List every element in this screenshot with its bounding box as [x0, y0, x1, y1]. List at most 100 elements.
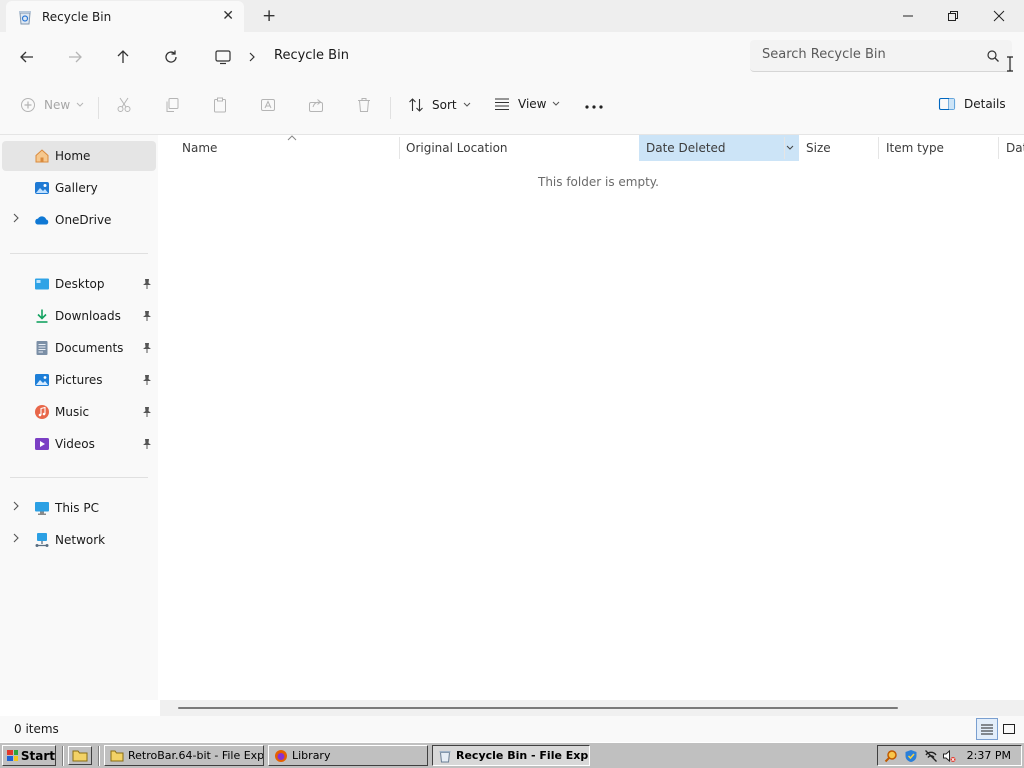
new-tab-button[interactable]: +: [262, 6, 276, 26]
search-input[interactable]: [762, 47, 982, 62]
close-window-button[interactable]: [989, 6, 1009, 26]
close-tab-icon[interactable]: ✕: [222, 8, 234, 24]
taskbar-task-recycle-bin[interactable]: Recycle Bin - File Exp...: [432, 745, 590, 766]
search-box[interactable]: [750, 40, 1012, 72]
view-button[interactable]: View: [494, 97, 560, 111]
chevron-right-icon[interactable]: [12, 501, 20, 511]
delete-button[interactable]: [356, 97, 372, 113]
tab-recycle-bin[interactable]: Recycle Bin ✕: [6, 1, 244, 32]
arrow-up-icon: [117, 50, 129, 63]
divider: [390, 97, 391, 119]
share-button[interactable]: [308, 97, 324, 113]
home-icon: [35, 149, 49, 163]
sidebar-item-onedrive[interactable]: OneDrive: [2, 205, 156, 235]
refresh-icon: [165, 50, 177, 63]
taskbar-task-label: Recycle Bin - File Exp...: [456, 749, 590, 762]
column-divider[interactable]: [878, 137, 879, 159]
breadcrumb[interactable]: Recycle Bin: [274, 48, 349, 63]
tab-title: Recycle Bin: [42, 9, 112, 24]
plus-circle-icon: [21, 98, 35, 112]
search-icon[interactable]: [986, 49, 1000, 63]
clock[interactable]: 2:37 PM: [967, 749, 1011, 762]
column-header-date[interactable]: Dat: [1006, 135, 1024, 161]
chevron-right-icon[interactable]: [248, 52, 256, 62]
sidebar-item-gallery[interactable]: Gallery: [2, 173, 156, 203]
restore-button[interactable]: [943, 6, 963, 26]
column-header-original-location[interactable]: Original Location: [406, 135, 636, 161]
sidebar-item-pictures[interactable]: Pictures: [2, 365, 156, 395]
column-divider[interactable]: [998, 137, 999, 159]
cut-button[interactable]: [116, 97, 132, 113]
sidebar-item-label: Home: [55, 149, 91, 163]
copy-icon: [166, 98, 179, 112]
column-header-size[interactable]: Size: [806, 135, 876, 161]
network-disconnected-icon[interactable]: [924, 749, 938, 763]
taskbar-task-library[interactable]: Library: [268, 745, 428, 766]
volume-muted-icon[interactable]: [942, 749, 956, 763]
pin-icon[interactable]: [142, 374, 152, 386]
refresh-button[interactable]: [160, 46, 182, 68]
sidebar-item-music[interactable]: Music: [2, 397, 156, 427]
share-icon: [309, 99, 323, 112]
sort-button[interactable]: Sort: [408, 97, 471, 113]
details-pane-button[interactable]: Details: [938, 97, 1006, 111]
tiles-view-button[interactable]: [998, 718, 1020, 740]
clipboard-icon: [214, 97, 226, 113]
divider: [10, 477, 148, 478]
sidebar-item-label: Gallery: [55, 181, 98, 195]
details-view-button[interactable]: [976, 718, 998, 740]
sidebar-item-desktop[interactable]: Desktop: [2, 269, 156, 299]
search-magnifier-icon[interactable]: [884, 749, 898, 763]
tiles-view-icon: [1003, 724, 1015, 734]
column-divider[interactable]: [399, 137, 400, 159]
copy-button[interactable]: [164, 97, 180, 113]
sidebar-item-this-pc[interactable]: This PC: [2, 493, 156, 523]
more-options-button[interactable]: [584, 99, 604, 115]
sidebar-item-documents[interactable]: Documents: [2, 333, 156, 363]
sidebar-item-videos[interactable]: Videos: [2, 429, 156, 459]
back-button[interactable]: [16, 46, 38, 68]
column-header-date-deleted[interactable]: Date Deleted: [639, 135, 799, 161]
command-bar: New Sort View Details: [0, 80, 1024, 135]
sidebar-item-label: Desktop: [55, 277, 105, 291]
rename-button[interactable]: [260, 97, 276, 113]
details-pane-icon: [938, 97, 956, 111]
start-button[interactable]: Start: [2, 745, 56, 766]
chevron-right-icon[interactable]: [12, 533, 20, 543]
minimize-button[interactable]: [898, 6, 918, 26]
pin-icon[interactable]: [142, 406, 152, 418]
monitor-icon: [215, 50, 231, 65]
horizontal-scrollbar[interactable]: [160, 700, 1024, 716]
restore-icon: [948, 11, 958, 21]
desktop-icon: [35, 278, 49, 290]
chevron-right-icon[interactable]: [12, 213, 20, 223]
close-icon: [993, 10, 1005, 22]
pin-icon[interactable]: [142, 438, 152, 450]
start-label: Start: [20, 748, 55, 763]
sidebar-item-home[interactable]: Home: [2, 141, 156, 171]
taskbar-task-label: Library: [292, 749, 331, 762]
chevron-down-icon[interactable]: [786, 145, 794, 151]
pin-icon[interactable]: [142, 342, 152, 354]
column-header-label: Dat: [1006, 141, 1024, 155]
column-header-name[interactable]: Name: [182, 135, 396, 161]
pin-icon[interactable]: [142, 310, 152, 322]
quick-launch-explorer[interactable]: [68, 746, 92, 765]
forward-button[interactable]: [64, 46, 86, 68]
sidebar-item-network[interactable]: Network: [2, 525, 156, 555]
taskbar-task-label: RetroBar.64-bit - File Explo...: [128, 749, 264, 762]
pin-icon[interactable]: [142, 278, 152, 290]
security-shield-icon[interactable]: [904, 749, 918, 763]
paste-button[interactable]: [212, 97, 228, 113]
column-header-item-type[interactable]: Item type: [886, 135, 996, 161]
chevron-down-icon: [463, 102, 470, 107]
details-label: Details: [964, 97, 1006, 111]
taskbar-task-retrobar[interactable]: RetroBar.64-bit - File Explo...: [104, 745, 264, 766]
recycle-bin-icon: [439, 750, 451, 762]
up-button[interactable]: [112, 46, 134, 68]
sidebar-item-downloads[interactable]: Downloads: [2, 301, 156, 331]
column-divider[interactable]: [784, 137, 785, 159]
new-button[interactable]: New: [20, 97, 84, 113]
computer-location-button[interactable]: [212, 46, 234, 68]
scrollbar-thumb[interactable]: [178, 707, 898, 709]
